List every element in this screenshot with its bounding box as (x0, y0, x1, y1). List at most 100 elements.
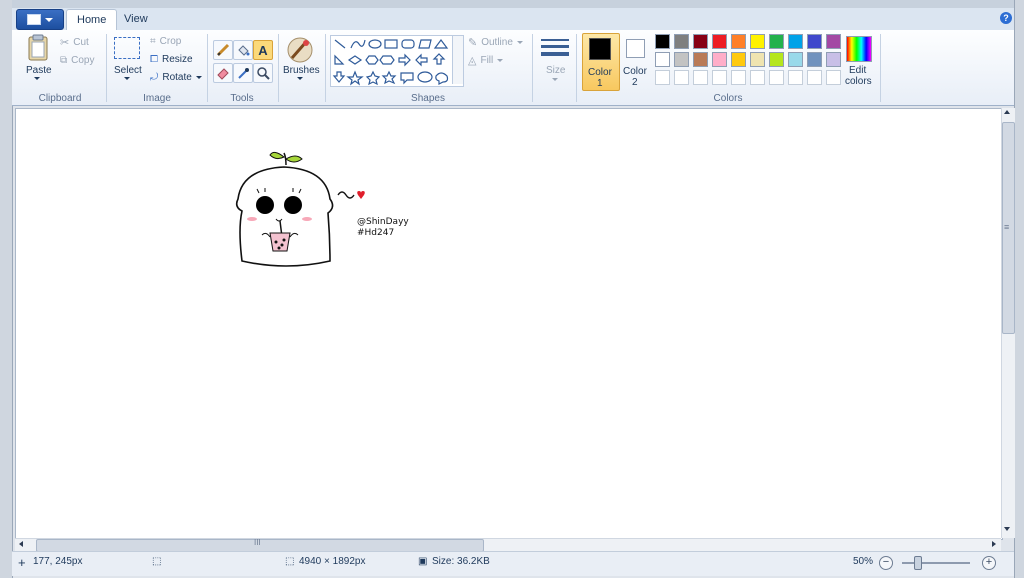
edit-colors-label-line1[interactable]: Edit (849, 65, 866, 76)
copy-button[interactable]: ⧉ Copy (60, 54, 102, 66)
pencil-icon[interactable] (213, 40, 233, 60)
custom-swatch-empty[interactable] (655, 70, 670, 85)
scroll-left-icon[interactable] (19, 541, 23, 547)
palette-swatch[interactable] (826, 34, 841, 49)
edit-colors-icon[interactable] (846, 36, 872, 62)
drawing-canvas[interactable]: @ShinDayy #Hd247 (15, 108, 1003, 540)
copy-label: Copy (71, 54, 95, 66)
outline-button[interactable]: ✎ Outline (468, 36, 523, 49)
palette-swatch[interactable] (712, 52, 727, 67)
palette-swatch[interactable] (674, 52, 689, 67)
color1-label: Color (588, 67, 612, 78)
chevron-down-icon (497, 59, 504, 62)
magnifier-icon[interactable] (253, 63, 273, 83)
palette-swatch[interactable] (788, 34, 803, 49)
palette-swatch[interactable] (674, 34, 689, 49)
signature-tag: #Hd247 (357, 228, 395, 238)
chevron-down-icon (552, 78, 558, 81)
selection-size-icon: ⬚ (152, 556, 162, 567)
custom-swatch-empty[interactable] (769, 70, 784, 85)
shapes-scroll[interactable] (452, 36, 463, 84)
custom-swatch-empty[interactable] (826, 70, 841, 85)
custom-swatch-empty[interactable] (674, 70, 689, 85)
color-palette (655, 34, 841, 88)
chevron-down-icon[interactable] (34, 77, 40, 80)
fill-bucket-icon[interactable] (233, 40, 253, 60)
zoom-slider-track[interactable] (902, 562, 970, 564)
app-menu-button[interactable] (16, 9, 64, 30)
custom-swatch-empty[interactable] (807, 70, 822, 85)
scroll-up-icon[interactable] (1004, 110, 1010, 114)
palette-swatch[interactable] (807, 34, 822, 49)
cursor-position: 177, 245px (33, 556, 83, 567)
scroll-right-icon[interactable] (992, 541, 996, 547)
shapes-gallery[interactable] (330, 35, 464, 87)
color2-button[interactable]: Color 2 (620, 33, 652, 89)
palette-swatch[interactable] (712, 34, 727, 49)
color-picker-icon[interactable] (233, 63, 253, 83)
select-icon[interactable] (114, 37, 140, 59)
palette-swatch[interactable] (693, 52, 708, 67)
palette-swatch[interactable] (655, 34, 670, 49)
palette-swatch[interactable] (750, 34, 765, 49)
group-separator (207, 34, 208, 102)
color1-button[interactable]: Color 1 (582, 33, 620, 91)
chevron-down-icon[interactable] (124, 77, 130, 80)
tab-view[interactable]: View (114, 9, 158, 29)
tab-home[interactable]: Home (66, 9, 118, 30)
crop-button[interactable]: ⌗ Crop (150, 36, 181, 47)
paste-button[interactable] (26, 34, 50, 62)
brushes-label[interactable]: Brushes (283, 65, 320, 76)
palette-swatch[interactable] (769, 52, 784, 67)
fill-button[interactable]: ◬ Fill (468, 54, 504, 67)
rotate-label: Rotate (162, 72, 192, 83)
palette-swatch[interactable] (750, 52, 765, 67)
zoom-in-icon[interactable]: + (982, 556, 996, 570)
custom-swatch-empty[interactable] (731, 70, 746, 85)
custom-swatch-empty[interactable] (693, 70, 708, 85)
custom-swatch-empty[interactable] (788, 70, 803, 85)
outline-label: Outline (481, 37, 513, 48)
palette-swatch[interactable] (826, 52, 841, 67)
chevron-down-icon[interactable] (297, 77, 303, 80)
palette-swatch[interactable] (788, 52, 803, 67)
shapes-group-label: Shapes (411, 93, 445, 104)
chevron-down-icon (45, 17, 53, 22)
group-separator (278, 34, 279, 102)
crop-label: Crop (159, 36, 182, 47)
color2-number: 2 (632, 77, 638, 88)
help-icon[interactable]: ? (1000, 12, 1012, 24)
eraser-icon[interactable] (213, 63, 233, 83)
custom-swatch-empty[interactable] (712, 70, 727, 85)
rotate-button[interactable]: ⤾ Rotate (150, 72, 202, 83)
fill-icon: ◬ (468, 55, 477, 67)
color2-label: Color (623, 66, 647, 77)
scissors-icon: ✂ (60, 36, 70, 49)
fill-label: Fill (480, 55, 494, 66)
crosshair-icon: + (18, 555, 26, 570)
palette-swatch[interactable] (731, 52, 746, 67)
paint-document-icon (27, 14, 41, 25)
resize-button[interactable]: ⧠ Resize (150, 54, 193, 65)
text-icon[interactable]: A (253, 40, 273, 60)
custom-swatch-empty[interactable] (750, 70, 765, 85)
scroll-grip-icon: III (254, 538, 261, 547)
palette-swatch[interactable] (655, 52, 670, 67)
zoom-out-icon[interactable]: − (879, 556, 893, 570)
cut-button[interactable]: ✂ Cut (60, 36, 100, 49)
edit-colors-label-line2[interactable]: colors (845, 76, 872, 87)
palette-swatch[interactable] (807, 52, 822, 67)
scroll-down-icon[interactable] (1004, 527, 1010, 531)
palette-swatch[interactable] (769, 34, 784, 49)
size-button[interactable] (540, 37, 570, 61)
zoom-slider-thumb[interactable] (914, 556, 922, 570)
palette-swatch[interactable] (731, 34, 746, 49)
save-disk-icon: ▣ (418, 556, 428, 567)
group-separator (325, 34, 326, 102)
select-label[interactable]: Select (114, 65, 142, 76)
palette-swatch[interactable] (693, 34, 708, 49)
signature-handle: @ShinDayy (357, 217, 409, 227)
canvas-dimensions: 4940 × 1892px (299, 556, 366, 567)
title-bar (12, 0, 1014, 8)
brushes-button[interactable] (286, 36, 314, 64)
